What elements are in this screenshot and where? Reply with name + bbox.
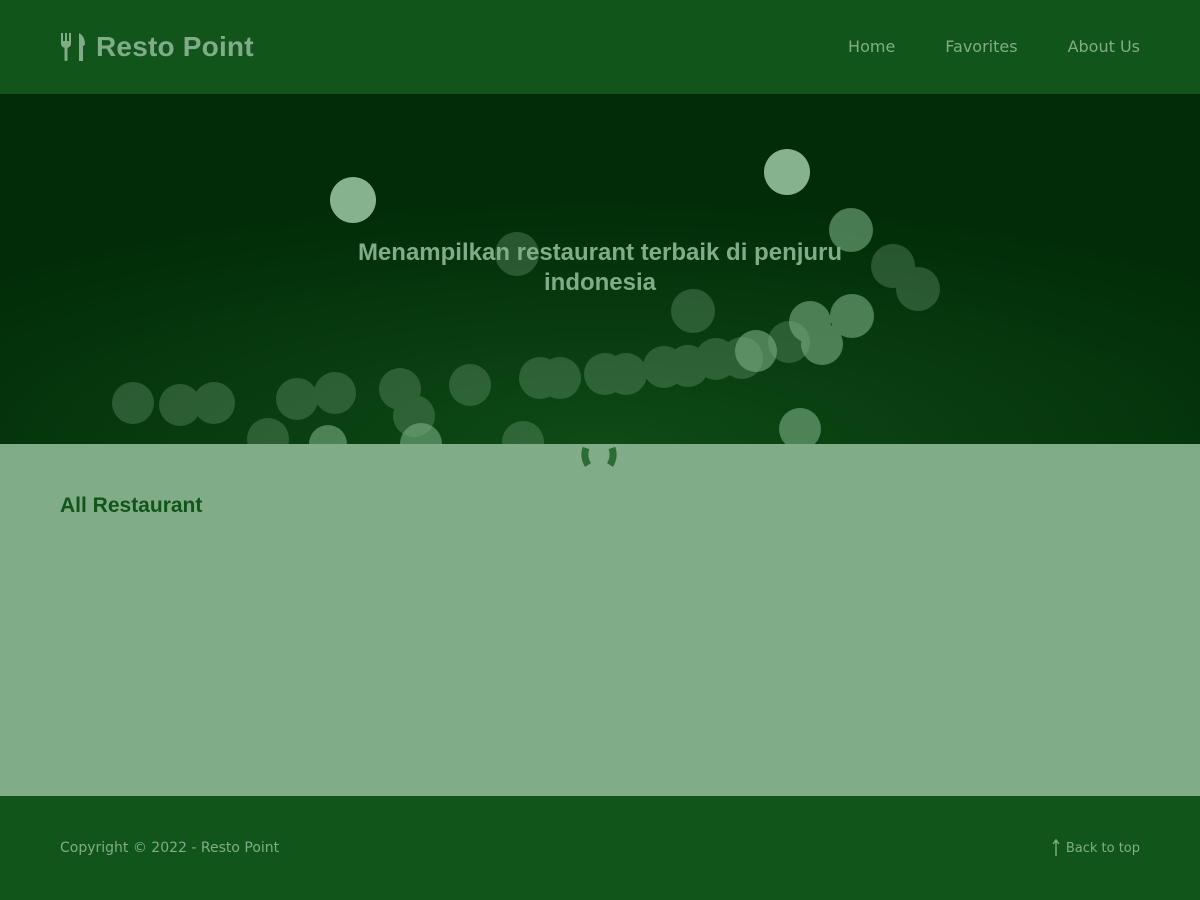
loading-spinner-icon [581, 446, 617, 467]
brand-name: Resto Point [96, 31, 254, 62]
brand[interactable]: Resto Point [60, 31, 254, 63]
section-title: All Restaurant [60, 494, 203, 517]
main-content: All Restaurant [0, 444, 1200, 796]
nav-home-link[interactable]: Home [848, 37, 895, 57]
site-header: Resto Point Home Favorites About Us [0, 0, 1200, 94]
site-footer: Copyright © 2022 - Resto Point Back to t… [0, 796, 1200, 900]
hero-banner: Menampilkan restaurant terbaik di penjur… [0, 94, 1200, 444]
nav-about-us-link[interactable]: About Us [1068, 37, 1140, 57]
hero-tagline: Menampilkan restaurant terbaik di penjur… [357, 239, 843, 296]
nav-favorites-link[interactable]: Favorites [945, 37, 1017, 57]
copyright-text: Copyright © 2022 - Resto Point [60, 840, 280, 856]
arrow-up-icon [1052, 839, 1060, 856]
back-to-top-label: Back to top [1065, 840, 1140, 856]
main-nav: Home Favorites About Us [798, 37, 1140, 57]
back-to-top-link[interactable]: Back to top [1052, 839, 1140, 857]
utensils-icon [61, 33, 85, 61]
